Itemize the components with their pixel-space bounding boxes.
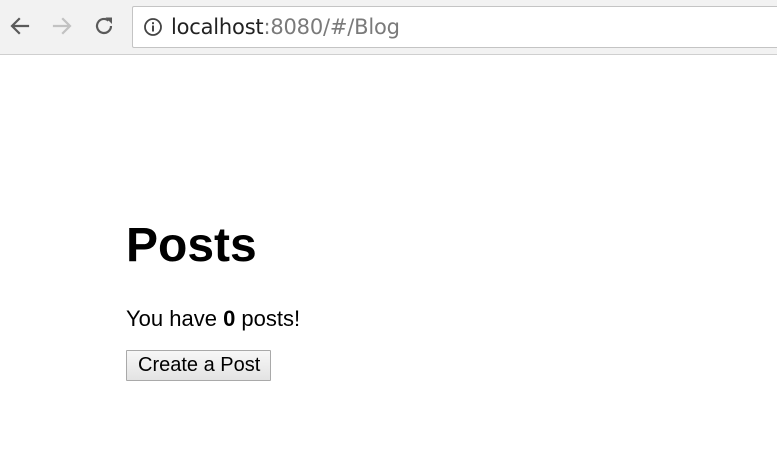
info-icon[interactable] [143, 17, 163, 37]
forward-button[interactable] [48, 12, 76, 40]
reload-icon [92, 14, 116, 38]
reload-button[interactable] [90, 12, 118, 40]
posts-count-number: 0 [223, 306, 236, 331]
page-title: Posts [126, 219, 257, 272]
posts-count-suffix: posts! [235, 306, 301, 331]
posts-count-prefix: You have [126, 306, 224, 331]
url-path: :8080/#/Blog [263, 15, 400, 39]
browser-toolbar: localhost:8080/#/Blog [0, 0, 777, 55]
forward-arrow-icon [50, 14, 74, 38]
create-post-button[interactable]: Create a Post [126, 350, 272, 381]
back-button[interactable] [6, 12, 34, 40]
back-arrow-icon [8, 14, 32, 38]
address-bar[interactable]: localhost:8080/#/Blog [132, 6, 777, 48]
posts-count-text: You have 0 posts! [126, 306, 300, 332]
page-content: Posts You have 0 posts! Create a Post [126, 216, 300, 381]
url-host: localhost [171, 15, 264, 39]
url-text[interactable]: localhost:8080/#/Blog [171, 15, 400, 39]
